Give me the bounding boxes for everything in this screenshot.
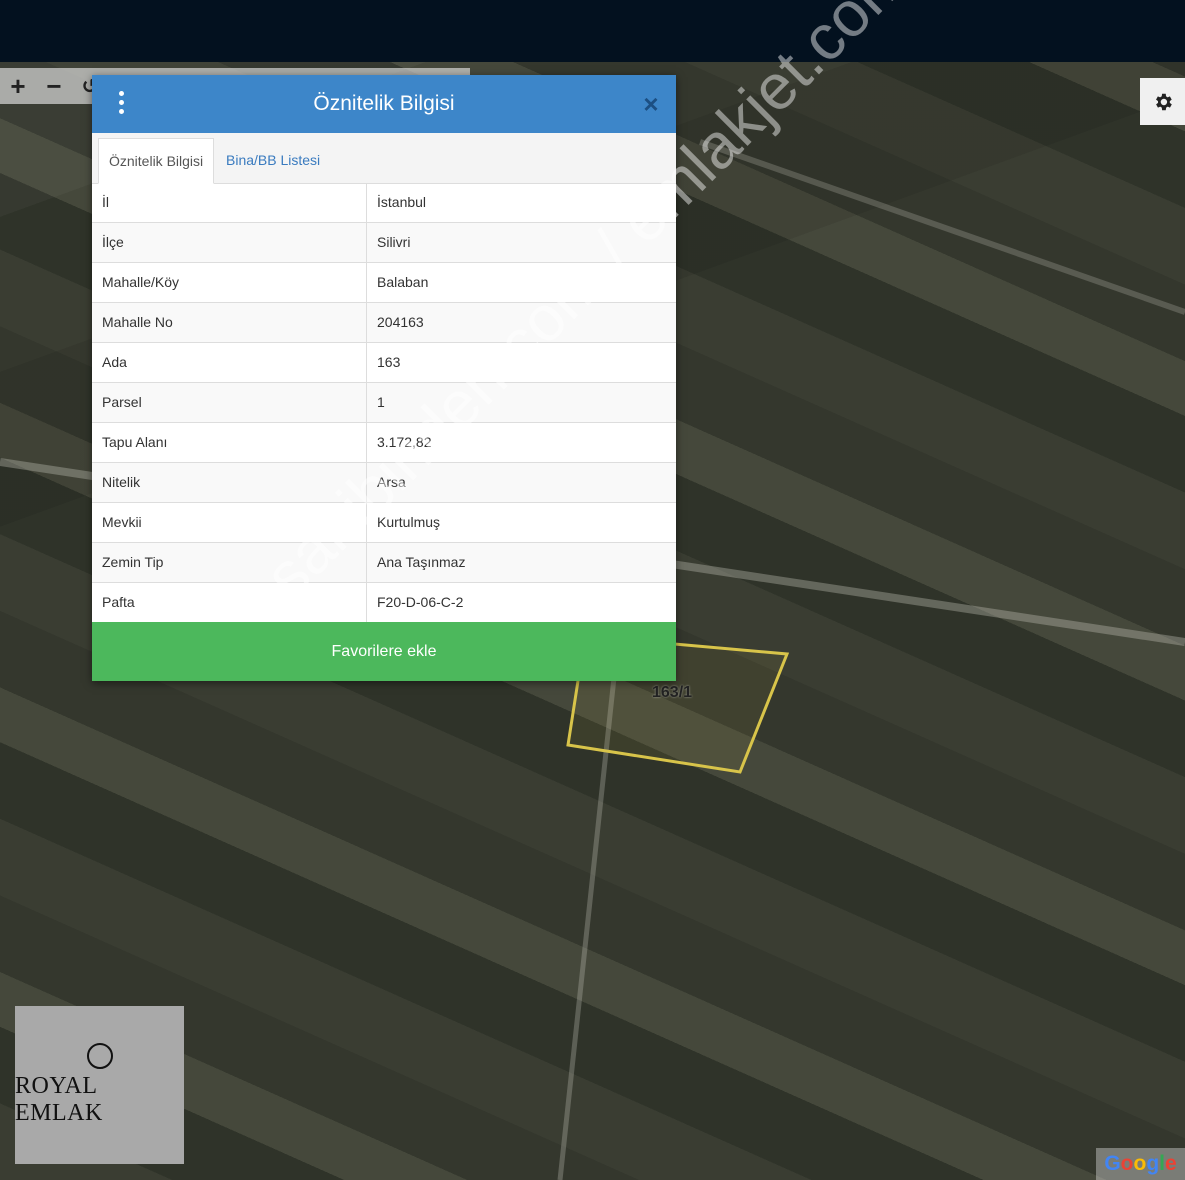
google-letter: o — [1133, 1152, 1147, 1175]
zoom-out-button[interactable]: − — [36, 68, 72, 104]
table-row: İl İstanbul — [92, 183, 676, 223]
top-bar — [0, 0, 1185, 62]
google-letter: G — [1104, 1152, 1121, 1175]
row-key: Tapu Alanı — [92, 423, 367, 462]
add-favorite-button[interactable]: Favorilere ekle — [92, 622, 676, 681]
row-value: 204163 — [377, 314, 424, 330]
attribute-dialog: Öznitelik Bilgisi × Öznitelik Bilgisi Bi… — [92, 75, 676, 681]
road-line — [699, 139, 1185, 315]
dialog-title: Öznitelik Bilgisi — [313, 92, 455, 115]
table-row: Parsel 1 — [92, 383, 676, 423]
row-value: İstanbul — [377, 194, 427, 210]
close-icon[interactable]: × — [640, 90, 662, 118]
settings-button[interactable] — [1140, 78, 1185, 125]
gear-icon — [1155, 93, 1172, 110]
dialog-tabs: Öznitelik Bilgisi Bina/BB Listesi — [92, 133, 676, 184]
row-value: F20-D-06-C-2 — [377, 594, 464, 610]
row-key: Mahalle No — [92, 303, 367, 342]
row-key: Ada — [92, 343, 367, 382]
table-row: Zemin Tip Ana Taşınmaz — [92, 543, 676, 583]
logo-text: ROYAL EMLAK — [15, 1073, 103, 1126]
google-attribution: G o o g l e — [1096, 1148, 1185, 1180]
dialog-header: Öznitelik Bilgisi × — [92, 75, 676, 133]
row-key: İl — [92, 183, 367, 222]
row-key: Mahalle/Köy — [92, 263, 367, 302]
row-value: 163 — [377, 354, 401, 370]
row-key: İlçe — [92, 223, 367, 262]
tab-building-list[interactable]: Bina/BB Listesi — [216, 138, 330, 182]
parcel-label: 163/1 — [652, 684, 693, 701]
google-letter: o — [1120, 1152, 1134, 1175]
crest-icon — [86, 1043, 113, 1069]
zoom-in-button[interactable]: + — [0, 68, 36, 104]
google-letter: e — [1164, 1152, 1177, 1175]
tab-attribute-info[interactable]: Öznitelik Bilgisi — [98, 138, 215, 184]
row-key: Parsel — [92, 383, 367, 422]
row-value: Ana Taşınmaz — [377, 554, 466, 570]
row-value: Silivri — [377, 234, 411, 250]
row-value: Balaban — [377, 274, 429, 290]
table-row: Pafta F20-D-06-C-2 — [92, 583, 676, 623]
royal-emlak-logo: ROYAL EMLAK — [15, 1006, 184, 1164]
google-letter: g — [1146, 1152, 1160, 1175]
table-row: Ada 163 — [92, 343, 676, 383]
row-value: 1 — [377, 394, 385, 410]
